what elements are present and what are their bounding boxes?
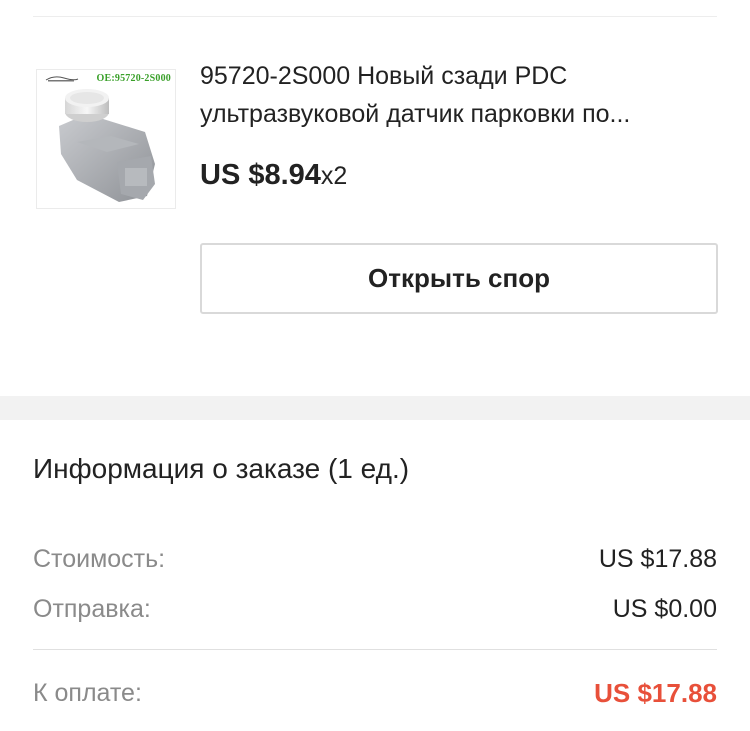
cost-row: Стоимость: US $17.88	[33, 541, 717, 577]
product-image-code: OE:95720-2S000	[96, 73, 171, 84]
product-thumbnail[interactable]: OE:95720-2S000	[36, 69, 176, 209]
product-title[interactable]: 95720-2S000 Новый сзади PDC ультразвуков…	[200, 57, 730, 133]
price-row: US $8.94x2	[200, 159, 347, 192]
order-info-heading: Информация о заказе (1 ед.)	[33, 453, 410, 484]
open-dispute-button[interactable]: Открыть спор	[200, 243, 718, 314]
product-price: US $8.94	[200, 159, 321, 191]
brand-logo-icon	[45, 76, 79, 82]
shipping-row: Отправка: US $0.00	[33, 591, 717, 627]
shipping-label: Отправка:	[33, 594, 151, 623]
product-quantity: x2	[320, 162, 348, 190]
product-card: OE:95720-2S000 95720-2S000 Новый сзади P…	[0, 17, 750, 395]
total-divider	[33, 649, 717, 650]
section-separator	[0, 396, 750, 420]
order-info-section: Информация о заказе (1 ед.) Стоимость: U…	[0, 420, 750, 731]
parking-sensor-photo-icon	[59, 89, 155, 202]
total-label: К оплате:	[33, 678, 142, 707]
total-row: К оплате: US $17.88	[33, 675, 717, 711]
total-value: US $17.88	[594, 677, 717, 708]
shipping-value: US $0.00	[612, 594, 717, 623]
cost-value: US $17.88	[598, 544, 717, 573]
cost-label: Стоимость:	[33, 544, 166, 573]
